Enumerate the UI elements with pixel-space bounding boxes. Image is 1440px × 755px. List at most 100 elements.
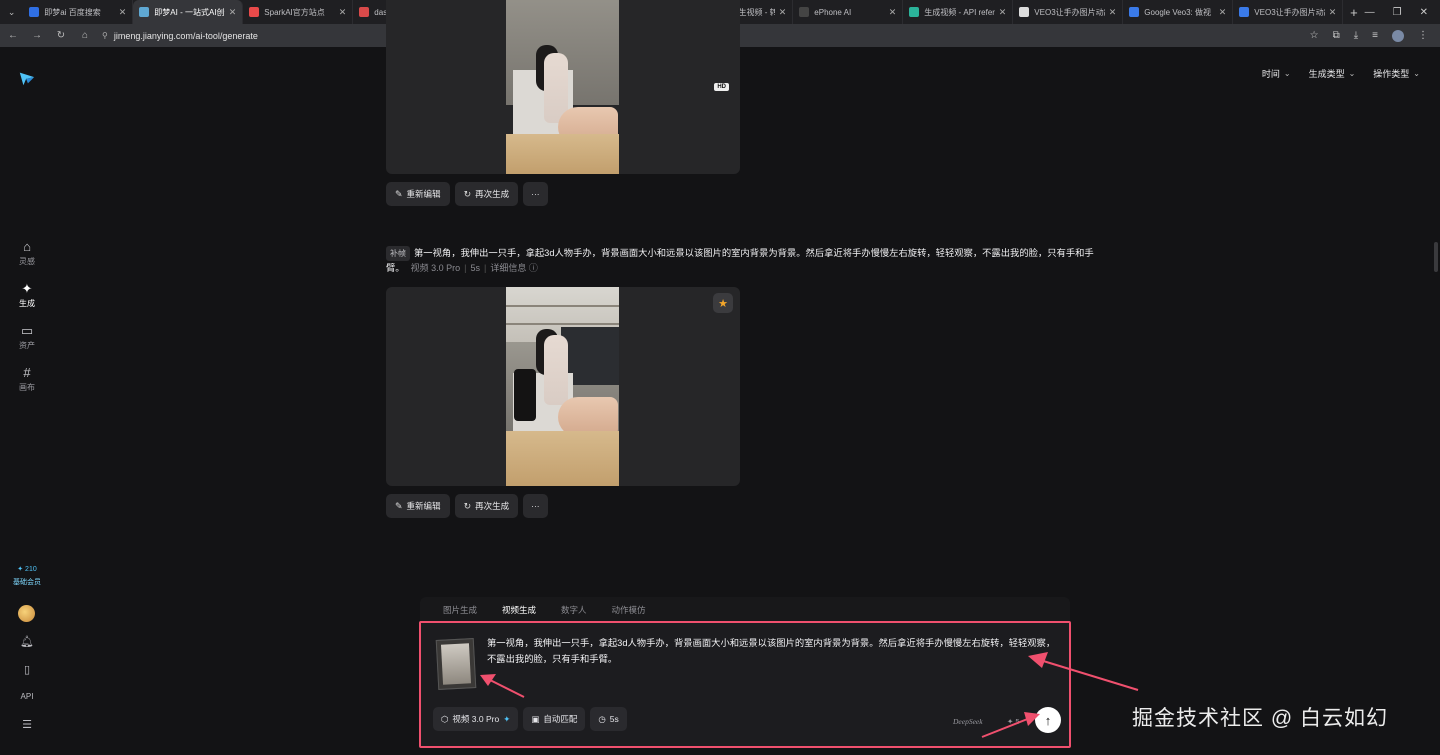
reedit-button[interactable]: ✎ 重新编辑 bbox=[386, 182, 450, 206]
send-button[interactable]: ↑ bbox=[1035, 707, 1061, 733]
sidebar: ⌂ 灵感 ✦ 生成 ▭ 资产 # 画布 ✦ 210 基础会员 🔔︎ ▯ API … bbox=[0, 47, 54, 755]
tab-close-icon[interactable]: ✕ bbox=[1219, 7, 1227, 18]
filter-op-type[interactable]: 操作类型 ⌄ bbox=[1373, 67, 1420, 80]
tab-close-icon[interactable]: ✕ bbox=[889, 7, 897, 18]
button-label: 再次生成 bbox=[475, 189, 510, 199]
tab-title: 即梦AI - 一站式AI创作 bbox=[154, 7, 225, 17]
new-tab-button[interactable]: + bbox=[1343, 0, 1364, 24]
sidebar-item-inspiration[interactable]: ⌂ 灵感 bbox=[0, 239, 54, 267]
cube-icon: ⬡ bbox=[441, 713, 449, 724]
credits-count[interactable]: ✦ 210 bbox=[0, 563, 54, 576]
duration-label: 5s bbox=[470, 263, 480, 273]
tab-close-icon[interactable]: ✕ bbox=[339, 7, 347, 18]
video-shelf-line bbox=[506, 305, 619, 307]
favorite-star-icon[interactable]: ★ bbox=[713, 293, 733, 313]
home-icon: ⌂ bbox=[23, 239, 31, 254]
composer-tabs: 图片生成 视频生成 数字人 动作模仿 bbox=[420, 597, 1070, 623]
sidebar-item-assets[interactable]: ▭ 资产 bbox=[0, 323, 54, 351]
download-icon[interactable]: ⤓ bbox=[1354, 30, 1358, 41]
tab-image-gen[interactable]: 图片生成 bbox=[443, 604, 477, 616]
app-root: ⌂ 灵感 ✦ 生成 ▭ 资产 # 画布 ✦ 210 基础会员 🔔︎ ▯ API … bbox=[0, 0, 1440, 755]
video-frame bbox=[506, 287, 619, 486]
user-avatar[interactable] bbox=[18, 605, 35, 622]
video-desk bbox=[506, 431, 619, 486]
browser-tab[interactable]: SparkAI官方站点 ✕ bbox=[243, 0, 354, 24]
extensions-icon[interactable]: ⧉ bbox=[1333, 30, 1340, 41]
site-info-icon[interactable]: ⚲ bbox=[102, 31, 108, 40]
close-window-icon[interactable]: ✕ bbox=[1420, 7, 1428, 18]
bookmark-star-icon[interactable]: ☆ bbox=[1310, 30, 1319, 41]
tab-favicon-icon bbox=[249, 7, 260, 17]
menu-icon[interactable]: ☰ bbox=[0, 718, 54, 731]
button-label: 重新编辑 bbox=[406, 189, 441, 199]
ratio-select[interactable]: ▣ 自动匹配 bbox=[523, 707, 586, 731]
pill-label: 视频 3.0 Pro bbox=[452, 714, 500, 724]
video-figure bbox=[544, 335, 568, 405]
video-result-card[interactable]: ★ bbox=[386, 287, 740, 486]
regenerate-button[interactable]: ↻ 再次生成 bbox=[454, 494, 519, 518]
membership-label[interactable]: 基础会员 bbox=[0, 577, 54, 587]
prompt-meta: 视频 3.0 Pro | 5s | 详细信息 ⓘ bbox=[411, 263, 538, 273]
notification-bell-icon[interactable]: 🔔︎ bbox=[0, 635, 54, 648]
browser-tab[interactable]: 生成视频 - API refere ✕ bbox=[903, 0, 1014, 24]
more-options-button[interactable]: ··· bbox=[523, 182, 548, 206]
browser-tab[interactable]: 即梦ai 百度搜索 ✕ bbox=[23, 0, 134, 24]
browser-tab[interactable]: VEO3让手办图片动起 ✕ bbox=[1013, 0, 1124, 24]
tab-digital-human[interactable]: 数字人 bbox=[561, 604, 587, 616]
tab-motion-mimic[interactable]: 动作模仿 bbox=[612, 604, 646, 616]
home-icon[interactable]: ⌂ bbox=[78, 30, 92, 41]
video-figure-coat bbox=[514, 369, 536, 421]
tab-close-icon[interactable]: ✕ bbox=[779, 7, 787, 18]
tab-close-icon[interactable]: ✕ bbox=[1109, 7, 1117, 18]
filter-time[interactable]: 时间 ⌄ bbox=[1262, 67, 1291, 80]
tab-close-icon[interactable]: ✕ bbox=[229, 7, 237, 18]
tab-close-icon[interactable]: ✕ bbox=[999, 7, 1007, 18]
duration-select[interactable]: ◷ 5s bbox=[590, 707, 627, 731]
tab-title: ePhone AI bbox=[814, 7, 852, 17]
pill-label: 5s bbox=[609, 714, 619, 724]
sidebar-item-canvas[interactable]: # 画布 bbox=[0, 365, 54, 393]
tab-title: Google Veo3: 做视 bbox=[1144, 7, 1212, 17]
toolbar-icons: ☆ ⧉ ⤓ ≡ ⋮ bbox=[1310, 29, 1434, 42]
browser-tab[interactable]: ePhone AI ✕ bbox=[793, 0, 904, 24]
maximize-icon[interactable]: ❐ bbox=[1393, 7, 1402, 18]
jimeng-logo-icon[interactable] bbox=[18, 69, 36, 87]
browser-tab[interactable]: 即梦AI - 一站式AI创作 ✕ bbox=[133, 0, 244, 24]
browser-menu-icon[interactable]: ⋮ bbox=[1418, 30, 1428, 41]
card-actions: ✎ 重新编辑 ↻ 再次生成 ··· bbox=[386, 182, 548, 206]
clock-icon: ◷ bbox=[598, 713, 606, 724]
minimize-icon[interactable]: — bbox=[1365, 7, 1375, 18]
mobile-icon[interactable]: ▯ bbox=[0, 663, 54, 676]
reedit-button[interactable]: ✎ 重新编辑 bbox=[386, 494, 450, 518]
tab-favicon-icon bbox=[1129, 7, 1140, 17]
profile-avatar[interactable] bbox=[1392, 29, 1404, 42]
tab-close-icon[interactable]: ✕ bbox=[1329, 7, 1337, 18]
model-select[interactable]: ⬡ 视频 3.0 Pro ✦ bbox=[433, 707, 519, 731]
meta-separator: | bbox=[484, 263, 487, 273]
folder-icon: ▭ bbox=[20, 323, 34, 338]
forward-icon[interactable]: → bbox=[30, 30, 44, 41]
back-icon[interactable]: ← bbox=[6, 30, 20, 41]
filter-gen-type[interactable]: 生成类型 ⌄ bbox=[1309, 67, 1356, 80]
tab-close-icon[interactable]: ✕ bbox=[119, 7, 127, 18]
scrollbar[interactable] bbox=[1434, 242, 1438, 272]
details-link[interactable]: 详细信息 ⓘ bbox=[490, 263, 538, 273]
browser-tab[interactable]: Google Veo3: 做视 ✕ bbox=[1123, 0, 1234, 24]
filter-label: 生成类型 bbox=[1308, 69, 1345, 79]
prompt-input[interactable]: 第一视角，我伸出一只手，拿起3d人物手办，背景画面大小和远景以该图片的室内背景为… bbox=[487, 635, 1062, 667]
browser-tab[interactable]: VEO3让手办图片动起 ✕ bbox=[1233, 0, 1344, 24]
deepseek-toggle[interactable]: DeepSeek bbox=[953, 717, 983, 726]
edit-icon: ✎ bbox=[395, 500, 403, 511]
tab-video-gen[interactable]: 视频生成 bbox=[502, 604, 536, 616]
tab-search-icon[interactable]: ⌄ bbox=[0, 0, 23, 24]
sidebar-item-generate[interactable]: ✦ 生成 bbox=[0, 281, 54, 309]
filter-label: 时间 bbox=[1261, 69, 1280, 79]
more-options-button[interactable]: ··· bbox=[523, 494, 548, 518]
media-icon[interactable]: ≡ bbox=[1372, 30, 1378, 41]
api-link[interactable]: API bbox=[0, 692, 54, 701]
video-result-card[interactable]: HD bbox=[386, 0, 740, 174]
reload-icon[interactable]: ↻ bbox=[54, 30, 68, 41]
regenerate-button[interactable]: ↻ 再次生成 bbox=[454, 182, 519, 206]
refresh-icon: ↻ bbox=[463, 188, 472, 199]
reference-image-thumbnail[interactable] bbox=[435, 638, 477, 690]
